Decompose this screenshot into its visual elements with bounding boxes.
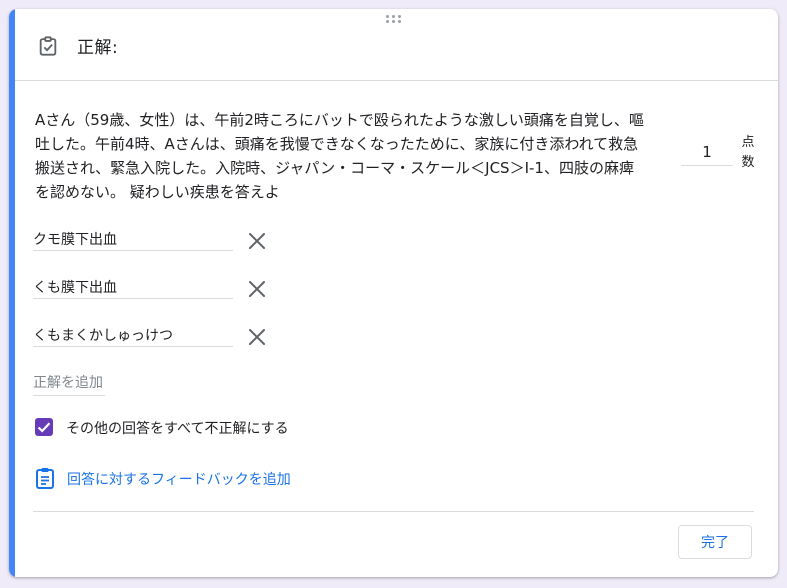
add-answer-input[interactable]: 正解を追加 (33, 366, 105, 396)
assignment-check-icon (39, 36, 57, 56)
close-icon[interactable] (247, 279, 267, 299)
answer-input[interactable]: くも膜下出血 (33, 269, 233, 299)
answer-key-card: 正解: Aさん（59歳、女性）は、午前2時ころにバットで殴られたような激しい頭痛… (9, 9, 778, 577)
question-text: Aさん（59歳、女性）は、午前2時ころにバットで殴られたような激しい頭痛を自覚し… (35, 111, 644, 201)
add-feedback-label[interactable]: 回答に対するフィードバックを追加 (67, 469, 291, 489)
card-header: 正解: (15, 9, 778, 81)
points-label-line2: 数 (741, 155, 755, 170)
mark-incorrect-label[interactable]: その他の回答をすべて不正解にする (66, 418, 289, 438)
answer-input[interactable]: くもまくかしゅっけつ (33, 317, 233, 347)
done-button[interactable]: 完了 (678, 525, 752, 559)
points-input[interactable]: 1 (681, 137, 733, 166)
close-icon[interactable] (247, 327, 267, 347)
checkmark-icon (37, 422, 51, 433)
close-icon[interactable] (247, 231, 267, 251)
points-label-line1: 点 (741, 135, 755, 150)
answer-input[interactable]: クモ膜下出血 (33, 221, 233, 251)
points-label: 点 数 (739, 133, 757, 173)
answer-key-title: 正解: (77, 38, 119, 58)
active-accent-bar (9, 9, 15, 577)
feedback-clipboard-icon (36, 468, 54, 489)
mark-incorrect-checkbox[interactable] (35, 418, 53, 436)
footer-divider (33, 511, 754, 512)
